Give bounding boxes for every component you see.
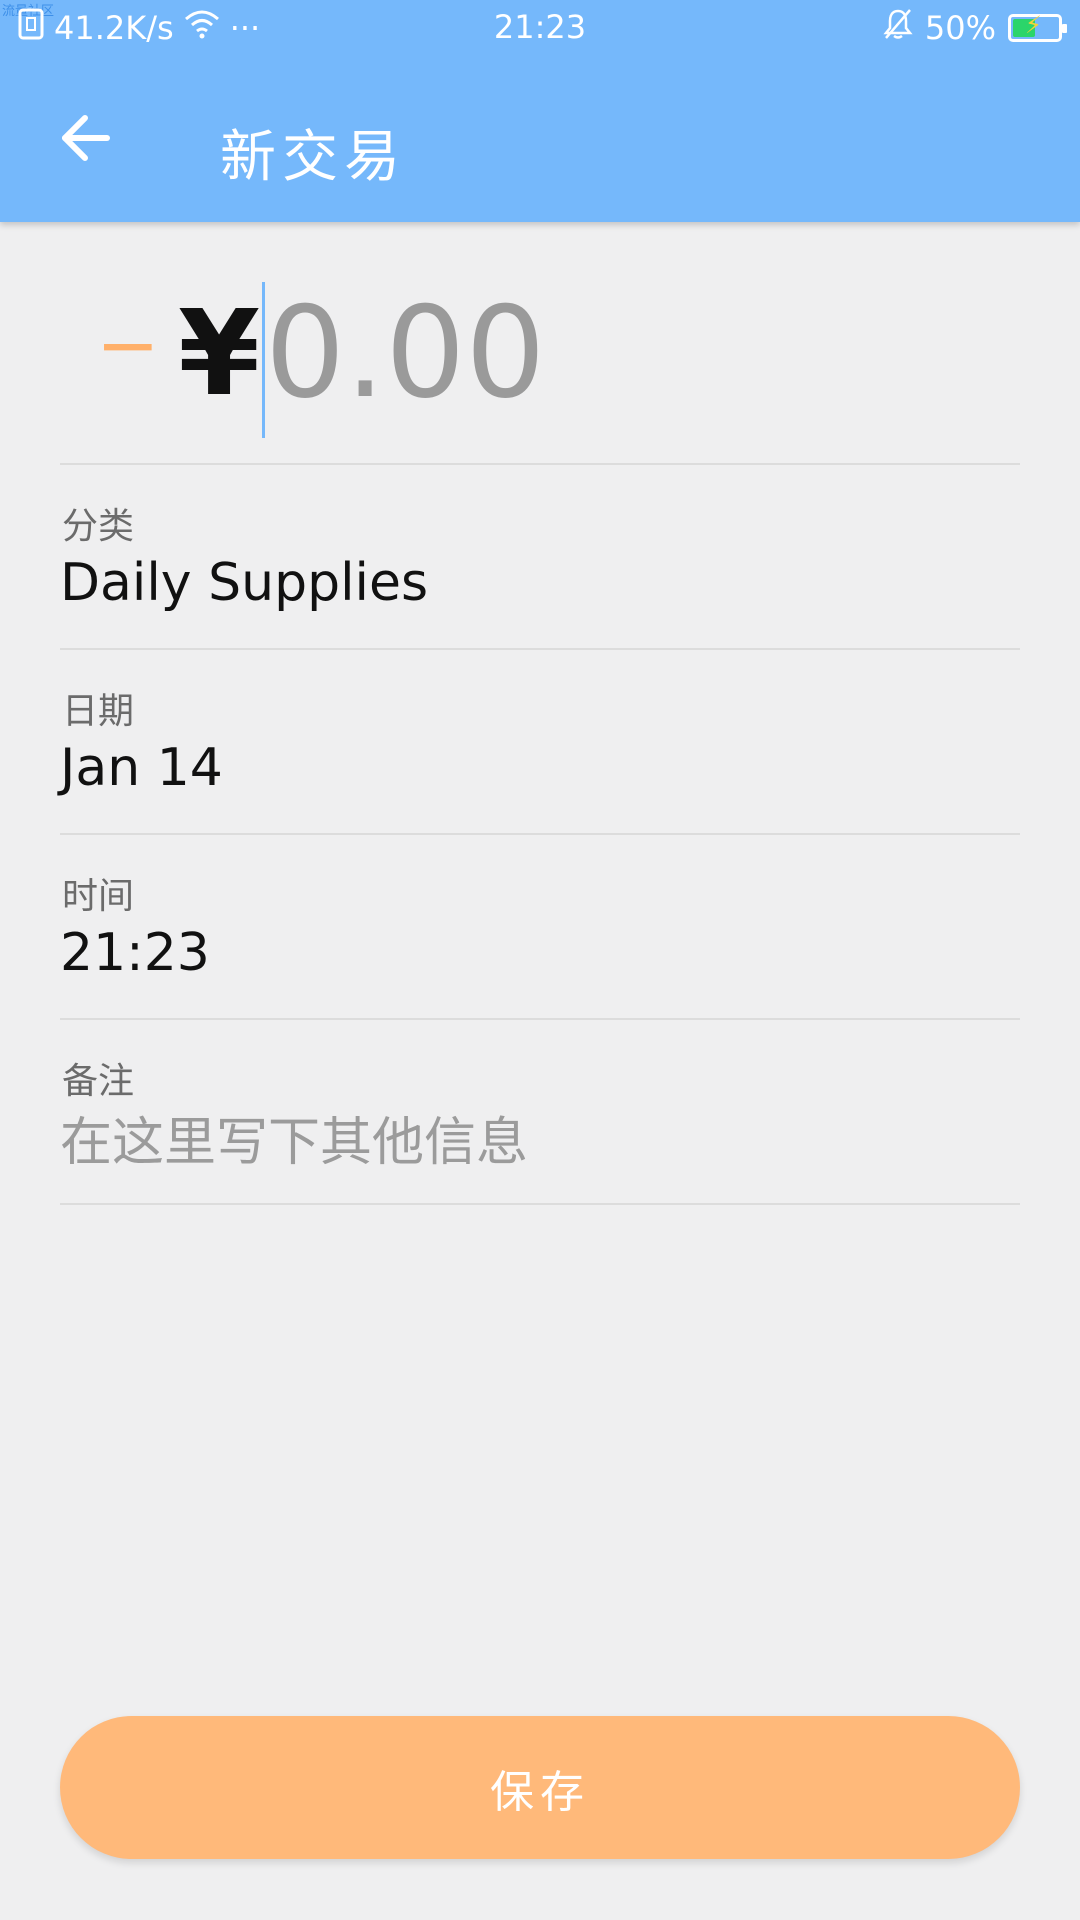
currency-symbol: ¥ xyxy=(178,284,261,422)
battery-cap xyxy=(1062,24,1067,33)
date-value[interactable]: Jan 14 xyxy=(60,738,223,798)
expense-sign-toggle[interactable]: − xyxy=(96,300,160,389)
status-bar: 41.2K/s ··· 21:23 50% ⚡ xyxy=(0,0,1080,56)
category-field[interactable]: 分类 Daily Supplies xyxy=(60,465,1020,650)
amount-row[interactable]: − ¥ xyxy=(60,260,1020,465)
date-label: 日期 xyxy=(62,691,135,732)
app-bar: 流量社区 41.2K/s ··· 21:23 50% ⚡ 新交易 xyxy=(0,0,1080,222)
back-button[interactable] xyxy=(55,108,115,168)
page-title: 新交易 xyxy=(220,125,406,190)
category-value[interactable]: Daily Supplies xyxy=(60,553,428,613)
note-field[interactable]: 备注 xyxy=(60,1020,1020,1205)
note-label: 备注 xyxy=(62,1061,135,1102)
date-field[interactable]: 日期 Jan 14 xyxy=(60,650,1020,835)
arrow-left-icon xyxy=(62,115,110,161)
amount-input[interactable] xyxy=(265,272,885,432)
time-field[interactable]: 时间 21:23 xyxy=(60,835,1020,1020)
bell-muted-icon xyxy=(883,8,913,48)
save-button[interactable]: 保存 xyxy=(60,1716,1020,1859)
battery-icon: ⚡ xyxy=(1008,11,1067,42)
battery-percent: 50% xyxy=(924,9,996,47)
status-right: 50% ⚡ xyxy=(883,8,1067,48)
charging-icon: ⚡ xyxy=(1025,11,1042,39)
category-label: 分类 xyxy=(62,506,135,547)
time-label: 时间 xyxy=(62,876,135,917)
note-input[interactable] xyxy=(60,1108,1000,1178)
time-value[interactable]: 21:23 xyxy=(60,923,210,983)
